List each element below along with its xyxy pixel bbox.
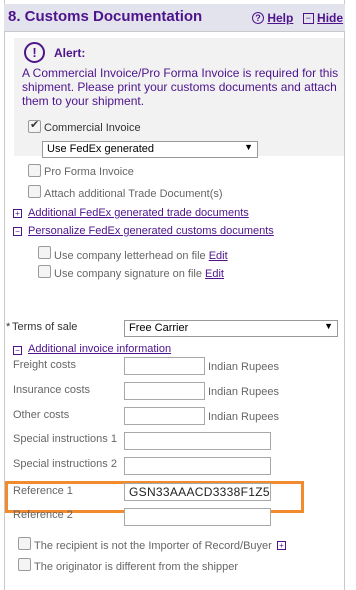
panel-right-border [344, 0, 345, 590]
expand-plus-icon[interactable]: + [277, 541, 286, 550]
originator-different-label: The originator is different from the shi… [34, 561, 239, 573]
special-instructions-2-label: Special instructions 2 [13, 458, 117, 470]
terms-of-sale-value: Free Carrier [129, 322, 189, 334]
letterhead-label: Use company letterhead on file Edit [54, 250, 228, 262]
special-instructions-1-input[interactable] [124, 432, 271, 450]
collapse-minus-icon[interactable]: − [13, 346, 22, 355]
alert-exclamation-icon: ! [24, 42, 45, 63]
reference-1-input[interactable]: GSN33AAACD3338F1Z5 [124, 483, 271, 501]
not-importer-checkbox[interactable] [18, 537, 31, 550]
reference-1-value: GSN33AAACD3338F1Z5 [129, 485, 270, 499]
special-instructions-2-input[interactable] [124, 457, 271, 475]
collapse-minus-icon[interactable]: − [13, 227, 22, 236]
not-importer-label: The recipient is not the Importer of Rec… [34, 540, 272, 552]
letterhead-edit-link[interactable]: Edit [209, 250, 228, 262]
header-actions: ? Help − Hide [252, 11, 343, 25]
other-costs-input[interactable] [124, 407, 205, 425]
help-link[interactable]: Help [267, 11, 293, 25]
letterhead-text: Use company letterhead on file [54, 250, 206, 262]
insurance-costs-label: Insurance costs [13, 384, 91, 396]
chevron-down-icon: ▼ [244, 142, 253, 152]
alert-message: A Commercial Invoice/Pro Forma Invoice i… [22, 66, 339, 108]
terms-of-sale-label: Terms of sale [12, 321, 78, 333]
additional-invoice-link[interactable]: Additional invoice information [28, 343, 171, 355]
hide-link[interactable]: Hide [317, 11, 343, 25]
signature-edit-link[interactable]: Edit [205, 268, 224, 280]
alert-box: ! Alert: A Commercial Invoice/Pro Forma … [14, 38, 344, 156]
freight-costs-label: Freight costs [13, 359, 76, 371]
required-mark: * [6, 321, 11, 333]
reference-1-label: Reference 1 [13, 485, 73, 497]
originator-different-checkbox[interactable] [18, 558, 31, 571]
chevron-down-icon: ▼ [324, 321, 333, 331]
special-instructions-1-label: Special instructions 1 [13, 433, 117, 445]
commercial-invoice-source-select[interactable]: Use FedEx generated ▼ [42, 141, 258, 158]
alert-title: Alert: [54, 46, 86, 60]
freight-costs-input[interactable] [124, 357, 205, 375]
attach-additional-checkbox[interactable] [28, 185, 41, 198]
insurance-currency: Indian Rupees [208, 386, 279, 398]
reference-2-input[interactable] [124, 508, 271, 526]
signature-label: Use company signature on file Edit [54, 268, 224, 280]
reference-2-label: Reference 2 [13, 509, 73, 521]
commercial-invoice-label: Commercial Invoice [44, 122, 141, 134]
pro-forma-label: Pro Forma Invoice [44, 166, 134, 178]
other-currency: Indian Rupees [208, 411, 279, 423]
freight-currency: Indian Rupees [208, 361, 279, 373]
terms-of-sale-select[interactable]: Free Carrier ▼ [124, 320, 338, 337]
expand-plus-icon[interactable]: + [13, 209, 22, 218]
commercial-invoice-checkbox[interactable] [28, 118, 41, 133]
additional-docs-link[interactable]: Additional FedEx generated trade documen… [28, 207, 249, 219]
commercial-invoice-source-value: Use FedEx generated [47, 143, 155, 155]
section-title: 8. Customs Documentation [8, 8, 203, 25]
personalize-docs-link[interactable]: Personalize FedEx generated customs docu… [28, 225, 274, 237]
other-costs-label: Other costs [13, 409, 70, 421]
attach-additional-label: Attach additional Trade Document(s) [44, 188, 223, 200]
insurance-costs-input[interactable] [124, 382, 205, 400]
signature-checkbox[interactable] [38, 265, 51, 278]
letterhead-checkbox[interactable] [38, 246, 51, 259]
section-header: 8. Customs Documentation ? Help − Hide [4, 4, 345, 32]
signature-text: Use company signature on file [54, 268, 202, 280]
pro-forma-checkbox[interactable] [28, 164, 41, 177]
help-icon[interactable]: ? [252, 12, 264, 24]
minus-icon[interactable]: − [302, 13, 314, 24]
